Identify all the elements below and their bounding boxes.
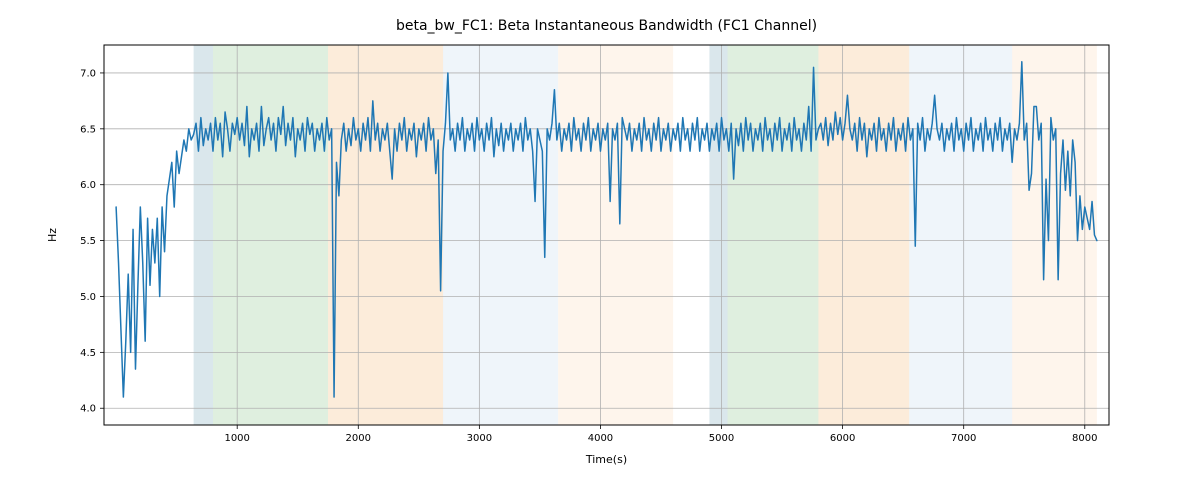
x-tick-label: 2000 (346, 433, 371, 444)
shaded-band (909, 45, 1012, 425)
shaded-band (709, 45, 727, 425)
shaded-band (818, 45, 909, 425)
chart-container: 1000 2000 3000 4000 5000 6000 7000 8000 4.0 4.5 5.… (0, 0, 1200, 500)
x-axis-label: Time(s) (585, 453, 627, 466)
y-tick-label: 6.0 (80, 180, 96, 191)
shaded-band (1012, 45, 1097, 425)
x-tick-label: 6000 (830, 433, 855, 444)
chart-svg: 1000 2000 3000 4000 5000 6000 7000 8000 4.0 4.5 5.… (0, 0, 1200, 500)
x-tick-label: 1000 (224, 433, 249, 444)
x-tick-label: 8000 (1072, 433, 1097, 444)
y-tick-label: 4.5 (80, 348, 96, 359)
shaded-band (728, 45, 819, 425)
y-tick-label: 6.5 (80, 124, 96, 135)
shaded-band (328, 45, 443, 425)
x-tick-label: 3000 (467, 433, 492, 444)
shaded-band (443, 45, 558, 425)
y-tick-label: 5.5 (80, 236, 96, 247)
y-axis-label: Hz (46, 228, 59, 242)
y-tick-label: 5.0 (80, 292, 96, 303)
shaded-band (194, 45, 213, 425)
x-tick-label: 7000 (951, 433, 976, 444)
y-tick-label: 7.0 (80, 68, 96, 79)
x-tick-label: 5000 (709, 433, 734, 444)
x-tick-label: 4000 (588, 433, 613, 444)
shaded-band (213, 45, 328, 425)
shaded-band (558, 45, 673, 425)
y-tick-label: 4.0 (80, 404, 96, 415)
chart-title: beta_bw_FC1: Beta Instantaneous Bandwidt… (396, 18, 817, 34)
